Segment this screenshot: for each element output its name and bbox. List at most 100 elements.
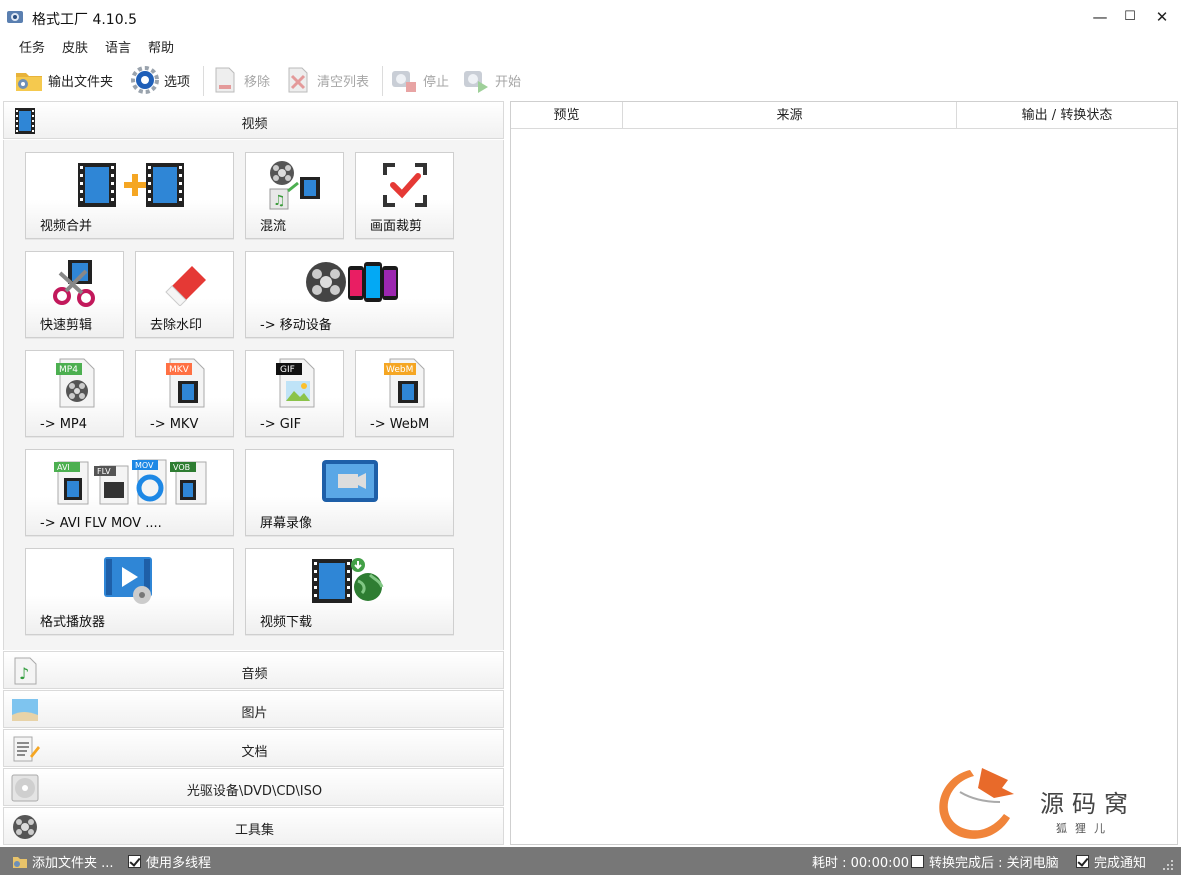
notify-checkbox[interactable] [1076, 855, 1089, 868]
tile-crop-label: 画面裁剪 [370, 219, 423, 234]
video-tools-grid: 视频合并 ♫ 混流 画面裁剪 快速剪辑 去除水印 -> 移动设备 MP4 -> … [3, 140, 504, 650]
clear-list-button[interactable]: 清空列表 [283, 64, 369, 96]
minimize-button[interactable]: — [1084, 0, 1116, 34]
add-folder-button[interactable]: 添加文件夹 ... [12, 852, 114, 871]
remove-file-icon [215, 67, 235, 93]
video-download-icon [312, 558, 384, 603]
vob-badge: VOB [173, 463, 190, 472]
tile-to-webm-label: -> WebM [370, 417, 430, 432]
options-label: 选项 [164, 74, 191, 90]
watermark-subtitle: 狐狸儿 [1056, 821, 1113, 835]
options-button[interactable]: 选项 [130, 64, 190, 96]
tile-to-mkv-label: -> MKV [150, 417, 199, 432]
clear-list-label: 清空列表 [317, 74, 370, 90]
screen-record-icon [322, 460, 378, 502]
webm-badge: WebM [386, 365, 413, 375]
watermark-title: 源码窝 [1040, 790, 1136, 818]
gif-badge: GIF [280, 365, 295, 375]
tile-to-gif[interactable]: GIF -> GIF [245, 350, 344, 437]
menu-language[interactable]: 语言 [105, 37, 131, 56]
crop-icon [383, 163, 427, 207]
eraser-icon [165, 266, 206, 306]
column-header-preview[interactable]: 预览 [511, 102, 623, 129]
shutdown-option[interactable]: 转换完成后 : 关闭电脑 [911, 852, 1059, 871]
task-list[interactable]: 预览 来源 输出 / 转换状态 [510, 101, 1178, 845]
remove-button[interactable]: 移除 [210, 64, 270, 96]
multithread-checkbox[interactable] [128, 855, 141, 868]
tile-quick-cut[interactable]: 快速剪辑 [25, 251, 124, 338]
app-logo-icon [7, 11, 23, 23]
menu-help[interactable]: 帮助 [148, 37, 174, 56]
gif-file-icon: GIF [276, 358, 315, 408]
watermark-logo: 源码窝 狐狸儿 [939, 768, 1136, 839]
tile-mobile-device[interactable]: -> 移动设备 [245, 251, 454, 338]
category-tools[interactable]: 工具集 [3, 807, 504, 845]
notify-option[interactable]: 完成通知 [1076, 852, 1146, 871]
tile-to-avi-flv-mov[interactable]: AVI FLV MOV VOB -> AVI FLV MOV .... [25, 449, 234, 536]
category-image-label: 图片 [241, 706, 268, 721]
mkv-file-icon: MKV [166, 358, 205, 408]
category-document-label: 文档 [241, 745, 268, 760]
tile-to-mkv[interactable]: MKV -> MKV [135, 350, 234, 437]
toolbar-divider [382, 66, 383, 96]
category-video[interactable]: 视频 [3, 101, 504, 139]
shutdown-checkbox[interactable] [911, 855, 924, 868]
svg-text:♫: ♫ [273, 193, 286, 209]
tile-screen-record-label: 屏幕录像 [260, 516, 313, 531]
start-label: 开始 [495, 74, 522, 90]
category-tools-label: 工具集 [234, 823, 274, 838]
title-bar: 格式工厂 4.10.5 — ☐ ✕ [0, 0, 1181, 34]
resize-grip-icon[interactable] [1162, 859, 1174, 871]
tile-video-merge[interactable]: 视频合并 [25, 152, 234, 239]
elapsed-time-label: 耗时 : 00:00:00 [812, 856, 910, 871]
menu-skin[interactable]: 皮肤 [62, 37, 88, 56]
video-merge-icon [78, 163, 184, 207]
stop-icon [392, 71, 416, 92]
column-header-output-status[interactable]: 输出 / 转换状态 [957, 102, 1177, 129]
shutdown-label: 转换完成后 : 关闭电脑 [929, 856, 1059, 871]
remove-label: 移除 [244, 74, 271, 90]
tile-remove-watermark-label: 去除水印 [150, 318, 203, 333]
tile-video-download-label: 视频下载 [260, 615, 313, 630]
category-audio-label: 音频 [241, 667, 268, 682]
tile-crop[interactable]: 画面裁剪 [355, 152, 454, 239]
category-disc[interactable]: 光驱设备\DVD\CD\ISO [3, 768, 504, 806]
tile-format-player[interactable]: 格式播放器 [25, 548, 234, 635]
mkv-badge: MKV [169, 365, 190, 375]
add-folder-label: 添加文件夹 ... [32, 856, 114, 871]
tile-to-webm[interactable]: WebM -> WebM [355, 350, 454, 437]
player-icon [104, 557, 152, 604]
folder-icon [16, 73, 42, 91]
maximize-button[interactable]: ☐ [1114, 0, 1146, 34]
multithread-option[interactable]: 使用多线程 [128, 852, 211, 871]
tile-remove-watermark[interactable]: 去除水印 [135, 251, 234, 338]
elapsed-time: 耗时 : 00:00:00 [812, 852, 909, 871]
clear-list-icon [288, 67, 308, 93]
stop-button[interactable]: 停止 [389, 64, 449, 96]
tile-video-download[interactable]: 视频下载 [245, 548, 454, 635]
mp4-badge: MP4 [59, 365, 78, 375]
notify-label: 完成通知 [1094, 856, 1147, 871]
category-document[interactable]: 文档 [3, 729, 504, 767]
tile-mobile-device-label: -> 移动设备 [260, 318, 332, 333]
start-button[interactable]: 开始 [461, 64, 521, 96]
tile-quick-cut-label: 快速剪辑 [40, 318, 93, 333]
category-audio[interactable]: ♪ 音频 [3, 651, 504, 689]
toolbar: 输出文件夹 选项 移除 清空列表 停止 开始 [0, 60, 1181, 100]
close-button[interactable]: ✕ [1146, 0, 1178, 34]
tile-to-mp4[interactable]: MP4 -> MP4 [25, 350, 124, 437]
mp4-file-icon: MP4 [56, 358, 95, 408]
flv-badge: FLV [97, 467, 111, 476]
tile-mux-label: 混流 [260, 219, 287, 234]
tile-video-merge-label: 视频合并 [40, 219, 93, 234]
menu-task[interactable]: 任务 [19, 37, 45, 56]
tile-screen-record[interactable]: 屏幕录像 [245, 449, 454, 536]
tile-to-mp4-label: -> MP4 [40, 417, 88, 432]
webm-file-icon: WebM [384, 358, 425, 408]
output-folder-button[interactable]: 输出文件夹 [14, 64, 113, 96]
tile-to-gif-label: -> GIF [260, 417, 302, 432]
category-image[interactable]: 图片 [3, 690, 504, 728]
category-video-label: 视频 [241, 117, 268, 132]
tile-mux[interactable]: ♫ 混流 [245, 152, 344, 239]
column-header-source[interactable]: 来源 [623, 102, 957, 129]
